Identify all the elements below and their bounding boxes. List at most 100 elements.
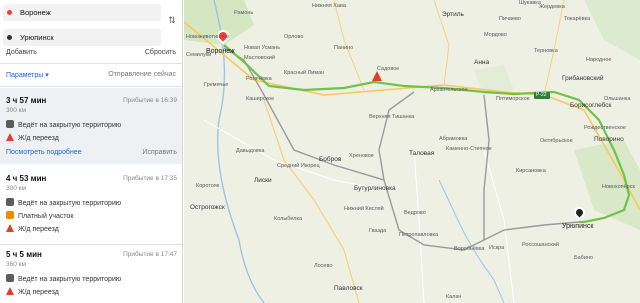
map-label: Воробьёвка xyxy=(454,246,485,252)
map-label: Ведрово xyxy=(404,210,426,216)
rail-crossing-icon xyxy=(6,287,14,295)
warning-text: Платный участок xyxy=(18,213,74,220)
warning-text: Ведёт на закрытую территорию xyxy=(18,122,122,129)
map-label: Коротояк xyxy=(196,183,220,189)
map-label: Нижняя Хава xyxy=(312,3,346,9)
toll-road-icon xyxy=(6,211,14,219)
map-label: Красный Лиман xyxy=(284,70,325,76)
map-label: Шукавка xyxy=(519,0,541,6)
end-marker-icon xyxy=(7,35,12,40)
warning-text: Ж/д переезд xyxy=(18,226,59,233)
map-label: Лиски xyxy=(254,177,272,184)
closed-area-icon xyxy=(6,120,14,128)
map-label: Анна xyxy=(474,59,490,66)
divider xyxy=(0,63,182,64)
warning-text: Ведёт на закрытую территорию xyxy=(18,200,122,207)
warning-text: Ж/д переезд xyxy=(18,135,59,142)
route-duration: 4 ч 53 мин xyxy=(6,174,47,183)
map-label: Бобров xyxy=(319,156,342,163)
map-canvas[interactable]: Р-22 Воронеж Урюпинск Новоживотинное Рам… xyxy=(184,0,640,303)
warning-toll: Платный участок xyxy=(6,211,73,221)
road-badge: Р-22 xyxy=(536,92,547,98)
route-distance: 300 км xyxy=(6,185,26,192)
map-label: Калач xyxy=(446,294,462,300)
from-input[interactable]: Воронеж xyxy=(3,4,161,21)
parameters-dropdown[interactable]: Параметры ▾ xyxy=(6,71,49,79)
map-label: Искра xyxy=(489,245,505,251)
map-label: Масловский xyxy=(244,55,275,61)
warning-rail-crossing: Ж/д переезд xyxy=(6,287,59,297)
map-label: Садовое xyxy=(377,66,400,72)
map-label: Панино xyxy=(334,45,354,51)
map-label: Колыбелка xyxy=(274,216,303,222)
map-label: Новоживотинное xyxy=(186,34,230,40)
departure-selector[interactable]: Отправление сейчас xyxy=(108,71,176,78)
warning-rail-crossing: Ж/д переезд xyxy=(6,133,59,143)
map-label: Новохопёрск xyxy=(602,184,635,190)
map-label: Гремячье xyxy=(204,82,229,88)
divider xyxy=(0,244,182,245)
divider xyxy=(0,86,182,87)
route-option-1[interactable]: 3 ч 57 мин Прибытие в 16:39 300 км Ведёт… xyxy=(0,88,182,164)
map-label: Бутурлиновка xyxy=(354,185,396,192)
rail-crossing-map-icon[interactable] xyxy=(372,71,382,81)
map-label: Поворино xyxy=(594,136,624,143)
map-label: Пятиморское xyxy=(496,96,530,102)
map-label: Октябрьское xyxy=(540,138,573,144)
map-label: Каширское xyxy=(246,96,275,102)
map-label: Павловск xyxy=(334,285,363,292)
rail-crossing-icon xyxy=(6,224,14,232)
closed-area-icon xyxy=(6,198,14,206)
route-details-link[interactable]: Посмотреть подробнее xyxy=(6,149,82,156)
map-label: Ольшанка xyxy=(604,96,631,102)
map-label: Таловая xyxy=(409,150,435,157)
map-label: Нижний Кисляй xyxy=(344,206,384,212)
swap-icon[interactable]: ⇅ xyxy=(166,15,178,29)
from-input-text: Воронеж xyxy=(20,8,51,17)
map-label: Жердевка xyxy=(539,4,565,10)
map-label: Средний Икорец xyxy=(277,163,320,169)
warning-closed-territory: Ведёт на закрытую территорию xyxy=(6,274,121,284)
map-label: Мордово xyxy=(484,32,507,38)
map-label-end: Урюпинск xyxy=(562,223,594,230)
map-label: Рождественское xyxy=(584,125,626,131)
start-marker-icon xyxy=(7,10,12,15)
map-label: Острогожск xyxy=(190,204,225,211)
route-arrival: Прибытие в 17:35 xyxy=(123,175,177,182)
map-label: Верхняя Тишанка xyxy=(369,114,415,120)
map-label: Гвазда xyxy=(369,228,387,234)
warning-closed-territory: Ведёт на закрытую территорию xyxy=(6,120,121,130)
route-arrival: Прибытие в 17:47 xyxy=(123,251,177,258)
route-duration: 3 ч 57 мин xyxy=(6,96,47,105)
route-distance: 300 км xyxy=(6,107,26,114)
report-error-link[interactable]: Исправить xyxy=(142,149,177,156)
route-duration: 5 ч 5 мин xyxy=(6,250,42,259)
warning-text: Ведёт на закрытую территорию xyxy=(18,276,122,283)
route-distance: 360 км xyxy=(6,261,26,268)
map-label: Новая Усмань xyxy=(244,45,281,51)
map-label: Лосево xyxy=(314,263,333,269)
map-label: Рогачёвка xyxy=(246,76,272,82)
map-label: Абрамовка xyxy=(439,136,468,142)
route-panel: Воронеж Урюпинск ⇅ Добавить Сбросить Пар… xyxy=(0,0,183,303)
map-label: Петропавловка xyxy=(399,232,439,238)
add-point-button[interactable]: Добавить xyxy=(6,49,37,56)
map-label: Архангельское xyxy=(430,87,468,93)
map-label: Пичаево xyxy=(499,16,521,22)
map-label: Грибановский xyxy=(562,75,604,82)
map-label: Каменно-Степное xyxy=(446,146,492,152)
map-label: Токарёвка xyxy=(564,16,591,22)
rail-crossing-icon xyxy=(6,133,14,141)
map-label: Россошанский xyxy=(522,242,559,248)
to-input[interactable]: Урюпинск xyxy=(3,29,161,46)
to-input-text: Урюпинск xyxy=(20,33,54,42)
map-label: Рамонь xyxy=(234,10,254,16)
map-label: Бабино xyxy=(574,255,593,261)
map-label: Народное xyxy=(586,57,612,63)
warning-rail-crossing: Ж/д переезд xyxy=(6,224,59,234)
map-label: Давыдовка xyxy=(236,148,265,154)
reset-button[interactable]: Сбросить xyxy=(145,49,176,56)
map-label: Терновка xyxy=(534,48,558,54)
map-label: Семилуки xyxy=(186,52,212,58)
warning-text: Ж/д переезд xyxy=(18,289,59,296)
